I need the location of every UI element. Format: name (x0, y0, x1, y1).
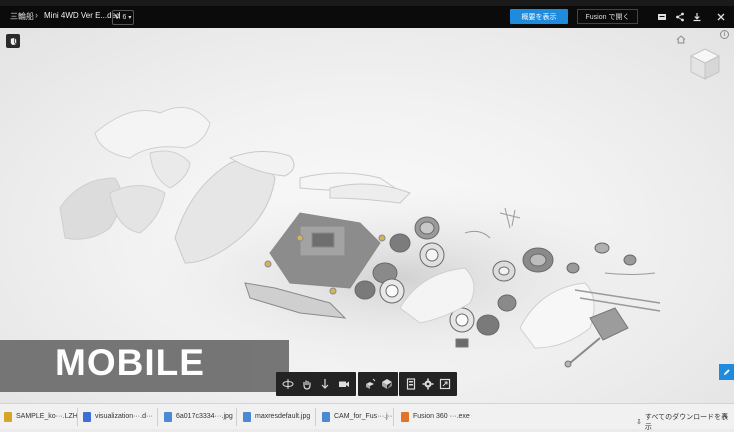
3d-viewport[interactable]: i MOBILE (0, 28, 734, 403)
info-icon[interactable]: i (720, 30, 729, 39)
download-name: 6a017c3334···.jpg (176, 413, 233, 420)
chevron-down-icon: ▾ (128, 15, 132, 21)
chevron-right-icon: › (35, 10, 38, 20)
download-icon: ⇩ (636, 419, 642, 426)
close-icon[interactable] (714, 10, 728, 24)
navigation-toolbar (276, 372, 356, 396)
design-title: Mini 4WD Ver E...ded (44, 11, 121, 20)
mobile-overlay-banner: MOBILE (0, 340, 289, 392)
mobile-overlay-label: MOBILE (55, 342, 205, 383)
download-item[interactable]: visualization···.d··· (83, 408, 153, 425)
share-icon[interactable] (673, 10, 687, 24)
divider (236, 408, 237, 426)
open-in-fusion-button[interactable]: Fusion で開く (577, 9, 638, 24)
version-select[interactable]: V. 6 ▾ (112, 10, 134, 25)
pan-icon[interactable] (299, 375, 316, 393)
download-item[interactable]: maxresdefault.jpg (243, 408, 310, 425)
pen-icon (723, 368, 730, 375)
section-icon[interactable] (379, 375, 394, 393)
download-name: SAMPLE_ko···.LZH (16, 413, 78, 420)
download-name: visualization···.d··· (95, 413, 153, 420)
python-file-icon (83, 411, 91, 422)
download-item[interactable]: CAM_for_Fus···.j··· (322, 408, 395, 425)
orbit-icon[interactable] (280, 375, 297, 393)
zoom-icon[interactable] (317, 375, 334, 393)
app-header: 三輪船 › Mini 4WD Ver E...ded V. 6 ▾ 概要を表示 … (0, 6, 734, 28)
explode-toolbar (358, 372, 398, 396)
download-name: CAM_for_Fus···.j··· (334, 413, 395, 420)
close-icon[interactable]: ✕ (721, 411, 729, 422)
viewcube-icon[interactable] (688, 46, 722, 82)
archive-file-icon (4, 411, 12, 422)
download-item[interactable]: SAMPLE_ko···.LZH (4, 408, 78, 425)
divider (315, 408, 316, 426)
show-all-downloads-link[interactable]: ⇩ すべてのダウンロードを表示 (636, 412, 734, 432)
home-icon[interactable] (676, 31, 686, 44)
image-file-icon (164, 411, 172, 422)
divider (77, 408, 78, 426)
image-file-icon (322, 411, 330, 422)
download-icon[interactable] (690, 10, 704, 24)
fullscreen-icon[interactable] (438, 375, 453, 393)
image-file-icon (243, 411, 251, 422)
download-bar: SAMPLE_ko···.LZH visualization···.d··· 6… (0, 403, 734, 432)
installer-file-icon (401, 411, 409, 422)
model-browser-icon[interactable] (403, 375, 418, 393)
divider (393, 408, 394, 426)
app-logo-icon[interactable] (6, 34, 20, 48)
divider (157, 408, 158, 426)
view-settings-toolbar (399, 372, 457, 396)
download-item[interactable]: 6a017c3334···.jpg (164, 408, 233, 425)
download-name: maxresdefault.jpg (255, 413, 311, 420)
version-value: V. 6 (114, 14, 127, 21)
download-item[interactable]: Fusion 360 ···.exe (401, 408, 470, 425)
comment-icon[interactable] (655, 10, 669, 24)
explode-icon[interactable] (362, 375, 377, 393)
download-name: Fusion 360 ···.exe (413, 413, 470, 420)
breadcrumb-home[interactable]: 三輪船 (10, 11, 34, 22)
feedback-tab[interactable] (719, 364, 734, 380)
settings-icon[interactable] (420, 375, 435, 393)
view-details-button[interactable]: 概要を表示 (510, 9, 568, 24)
camera-icon[interactable] (336, 375, 353, 393)
